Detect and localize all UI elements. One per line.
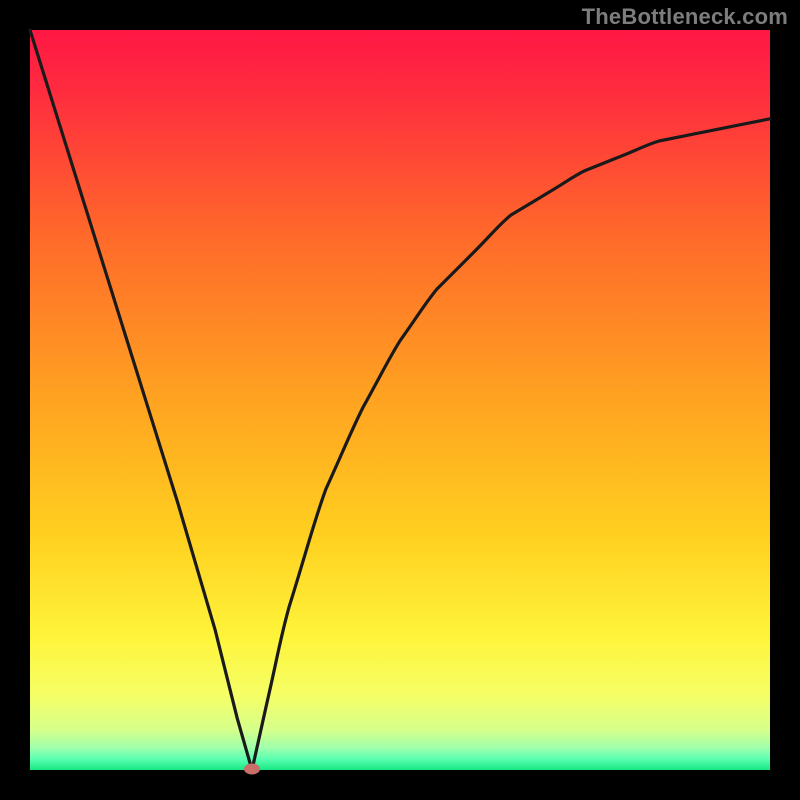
chart-svg <box>0 0 800 800</box>
minimum-marker <box>244 764 260 775</box>
watermark-text: TheBottleneck.com <box>582 4 788 30</box>
